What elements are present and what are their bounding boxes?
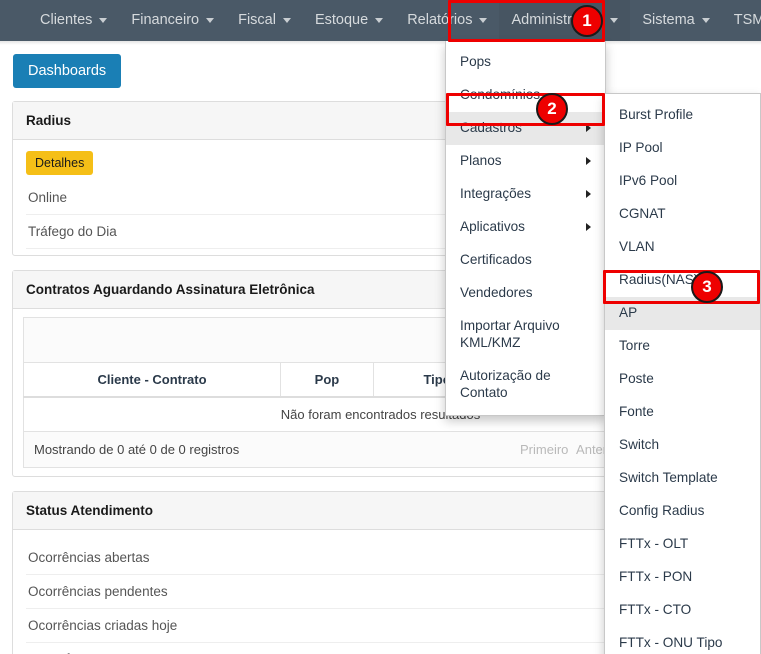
menu-item-label: Poste (619, 371, 654, 388)
chevron-down-icon (206, 18, 214, 23)
chevron-down-icon (283, 18, 291, 23)
menu-item-label: Importar Arquivo KML/KMZ (460, 318, 591, 352)
pagination-first[interactable]: Primeiro (518, 442, 570, 457)
column-header-cliente-contrato[interactable]: Cliente - Contrato (24, 363, 281, 398)
submenu-item-ip-pool[interactable]: IP Pool (605, 132, 760, 165)
row-label: Ocorrências abertas (28, 550, 150, 565)
chevron-right-icon (586, 157, 591, 165)
submenu-item-poste[interactable]: Poste (605, 363, 760, 396)
submenu-item-torre[interactable]: Torre (605, 330, 760, 363)
chevron-down-icon (702, 18, 710, 23)
menu-item-label: Radius(NAS) (619, 272, 698, 289)
nav-item-label: TSMX (734, 0, 761, 41)
submenu-item-cgnat[interactable]: CGNAT (605, 198, 760, 231)
nav-item-label: Estoque (315, 0, 368, 41)
step-badge-1: 1 (571, 5, 603, 37)
submenu-item-config-radius[interactable]: Config Radius (605, 495, 760, 528)
navbar-shadow (0, 41, 761, 45)
menu-item-condominios[interactable]: Condomínios (446, 79, 605, 112)
chevron-down-icon (610, 18, 618, 23)
nav-item-relatorios[interactable]: Relatórios (395, 0, 499, 41)
nav-item-sistema[interactable]: Sistema (630, 0, 721, 41)
menu-item-integracoes[interactable]: Integrações (446, 178, 605, 211)
main-navbar: Clientes Financeiro Fiscal Estoque Relat… (0, 0, 761, 41)
submenu-item-fttx-onu-tipo[interactable]: FTTx - ONU Tipo (605, 627, 760, 654)
nav-item-financeiro[interactable]: Financeiro (119, 0, 226, 41)
submenu-item-fttx-cto[interactable]: FTTx - CTO (605, 594, 760, 627)
menu-item-label: Autorização de Contato (460, 368, 591, 402)
row-label: Ocorrências criadas hoje (28, 618, 177, 633)
menu-item-autorizacao-de-contato[interactable]: Autorização de Contato (446, 360, 605, 410)
submenu-item-switch[interactable]: Switch (605, 429, 760, 462)
detalhes-button[interactable]: Detalhes (26, 151, 93, 175)
menu-item-label: Torre (619, 338, 650, 355)
row-label: Ocorrências pendentes (28, 584, 168, 599)
menu-item-label: VLAN (619, 239, 655, 256)
menu-item-cadastros[interactable]: Cadastros (446, 112, 605, 145)
menu-item-label: Burst Profile (619, 107, 693, 124)
row-label: Online (28, 190, 67, 205)
nav-item-tsmx[interactable]: TSMX (722, 0, 761, 41)
menu-item-label: Vendedores (460, 285, 533, 302)
submenu-item-switch-template[interactable]: Switch Template (605, 462, 760, 495)
menu-item-label: Config Radius (619, 503, 704, 520)
app-root: Clientes Financeiro Fiscal Estoque Relat… (0, 0, 761, 654)
nav-item-label: Financeiro (131, 0, 199, 41)
records-info: Mostrando de 0 até 0 de 0 registros (34, 442, 239, 457)
row-label: Tráfego do Dia (28, 224, 117, 239)
menu-item-certificados[interactable]: Certificados (446, 244, 605, 277)
menu-item-label: Switch (619, 437, 659, 454)
menu-item-label: AP (619, 305, 637, 322)
menu-item-label: Certificados (460, 252, 532, 269)
menu-item-label: Cadastros (460, 120, 522, 137)
menu-item-importar-arquivo-kml-kmz[interactable]: Importar Arquivo KML/KMZ (446, 310, 605, 360)
submenu-item-radius-nas[interactable]: Radius(NAS) (605, 264, 760, 297)
menu-item-label: IPv6 Pool (619, 173, 677, 190)
submenu-item-ap[interactable]: AP (605, 297, 760, 330)
nav-item-label: Clientes (40, 0, 92, 41)
menu-item-label: FTTx - CTO (619, 602, 691, 619)
menu-item-label: FTTx - ONU Tipo (619, 635, 722, 652)
chevron-right-icon (586, 223, 591, 231)
submenu-item-fonte[interactable]: Fonte (605, 396, 760, 429)
chevron-down-icon (375, 18, 383, 23)
administracao-dropdown-menu: Pops Condomínios Cadastros Planos Integr… (445, 41, 606, 416)
menu-item-label: Integrações (460, 186, 531, 203)
menu-item-vendedores[interactable]: Vendedores (446, 277, 605, 310)
column-header-pop[interactable]: Pop (281, 363, 374, 398)
nav-item-fiscal[interactable]: Fiscal (226, 0, 303, 41)
submenu-item-fttx-pon[interactable]: FTTx - PON (605, 561, 760, 594)
menu-item-label: IP Pool (619, 140, 663, 157)
submenu-item-burst-profile[interactable]: Burst Profile (605, 99, 760, 132)
menu-item-pops[interactable]: Pops (446, 46, 605, 79)
menu-item-label: Pops (460, 54, 491, 71)
menu-item-label: Switch Template (619, 470, 718, 487)
chevron-down-icon (99, 18, 107, 23)
menu-item-label: Planos (460, 153, 502, 170)
nav-item-label: Fiscal (238, 0, 276, 41)
nav-item-label: Sistema (642, 0, 694, 41)
menu-item-label: FTTx - PON (619, 569, 692, 586)
submenu-item-fttx-olt[interactable]: FTTx - OLT (605, 528, 760, 561)
chevron-down-icon (479, 18, 487, 23)
nav-item-label: Relatórios (407, 0, 472, 41)
chevron-right-icon (586, 124, 591, 132)
cadastros-submenu: Burst Profile IP Pool IPv6 Pool CGNAT VL… (604, 93, 761, 654)
submenu-item-ipv6-pool[interactable]: IPv6 Pool (605, 165, 760, 198)
nav-item-estoque[interactable]: Estoque (303, 0, 395, 41)
step-badge-3: 3 (691, 271, 723, 303)
menu-item-label: FTTx - OLT (619, 536, 688, 553)
step-badge-2: 2 (536, 93, 568, 125)
menu-item-label: Aplicativos (460, 219, 525, 236)
menu-item-label: Condomínios (460, 87, 540, 104)
menu-item-planos[interactable]: Planos (446, 145, 605, 178)
menu-item-label: CGNAT (619, 206, 666, 223)
nav-item-administracao[interactable]: Administração (499, 0, 630, 41)
menu-item-label: Fonte (619, 404, 654, 421)
menu-item-aplicativos[interactable]: Aplicativos (446, 211, 605, 244)
submenu-item-vlan[interactable]: VLAN (605, 231, 760, 264)
nav-item-clientes[interactable]: Clientes (28, 0, 119, 41)
dashboards-button[interactable]: Dashboards (13, 54, 121, 88)
chevron-right-icon (586, 190, 591, 198)
